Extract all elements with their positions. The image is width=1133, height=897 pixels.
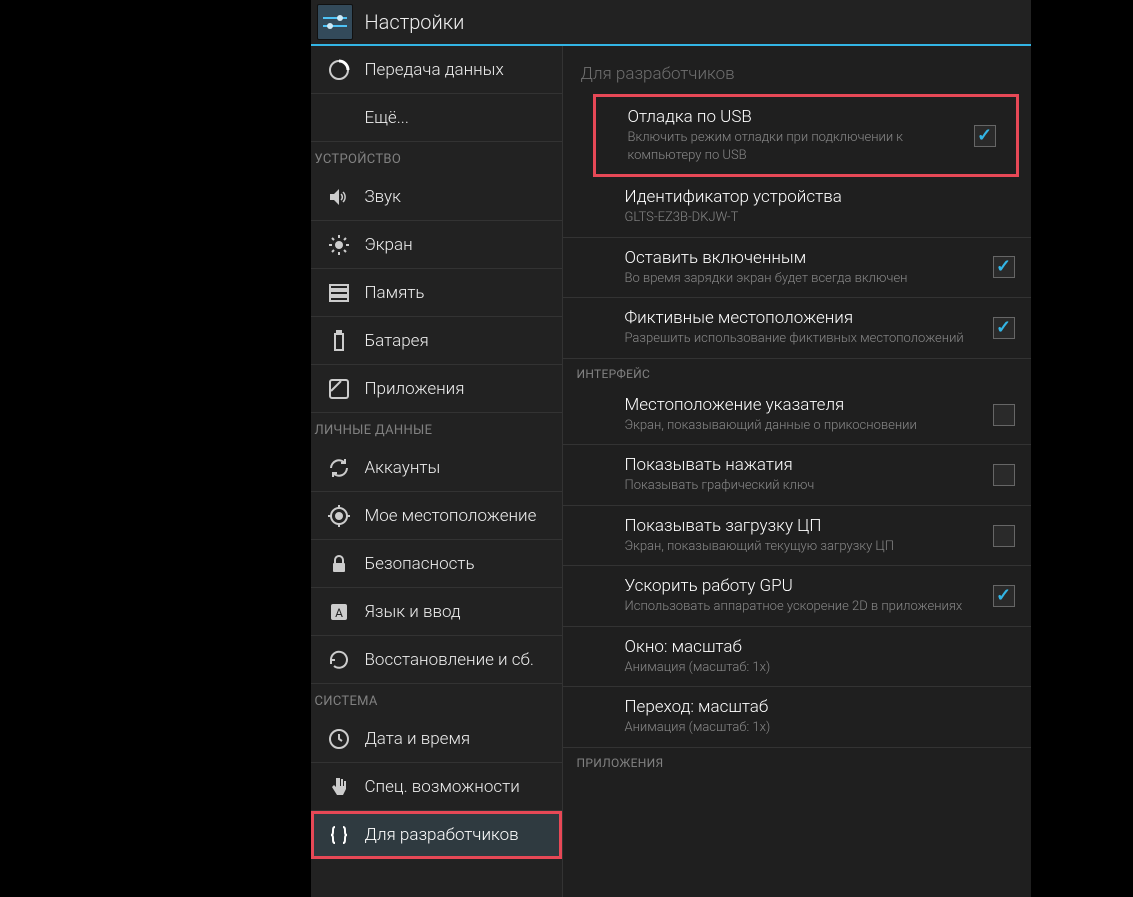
pref-summary: GLTS-EZ3B-DKJW-T	[625, 209, 1003, 227]
sidebar-item-accessibility[interactable]: Спец. возможности	[311, 763, 562, 811]
pref-title: Показывать нажатия	[625, 455, 981, 475]
sidebar-item-backup[interactable]: Восстановление и сб.	[311, 636, 562, 684]
sync-icon	[325, 454, 353, 482]
pref-summary: Во время зарядки экран будет всегда вклю…	[625, 270, 981, 288]
sidebar-item-developer[interactable]: Для разработчиков	[311, 811, 562, 859]
sidebar-item-sound[interactable]: Звук	[311, 173, 562, 221]
settings-icon	[317, 4, 353, 40]
sidebar-category-system: СИСТЕМА	[311, 684, 562, 715]
sidebar-item-storage[interactable]: Память	[311, 269, 562, 317]
sidebar-item-apps[interactable]: Приложения	[311, 365, 562, 413]
storage-icon	[325, 279, 353, 307]
sidebar-item-data-usage[interactable]: Передача данных	[311, 46, 562, 94]
app-title: Настройки	[365, 10, 465, 34]
sidebar-item-label: Дата и время	[365, 729, 471, 749]
checkbox[interactable]	[993, 585, 1015, 607]
language-icon: A	[325, 598, 353, 626]
sidebar-item-label: Восстановление и сб.	[365, 650, 534, 670]
sidebar-item-label: Мое местоположение	[365, 506, 537, 526]
sidebar-item-security[interactable]: Безопасность	[311, 540, 562, 588]
sidebar-item-label: Экран	[365, 235, 413, 255]
backup-icon	[325, 646, 353, 674]
pref-title: Ускорить работу GPU	[625, 576, 981, 596]
pref-title: Фиктивные местоположения	[625, 308, 981, 328]
apps-icon	[325, 375, 353, 403]
settings-sidebar: Передача данных Ещё... УСТРОЙСТВО Звук Э…	[311, 46, 563, 897]
pref-window-scale[interactable]: Окно: масштаб Анимация (масштаб: 1x)	[563, 627, 1031, 688]
checkbox[interactable]	[993, 464, 1015, 486]
pref-mock-locations[interactable]: Фиктивные местоположения Разрешить испол…	[563, 298, 1031, 359]
location-icon	[325, 502, 353, 530]
pref-stay-awake[interactable]: Оставить включенным Во время зарядки экр…	[563, 238, 1031, 299]
sidebar-item-label: Язык и ввод	[365, 602, 461, 622]
pref-show-cpu[interactable]: Показывать загрузку ЦП Экран, показывающ…	[563, 506, 1031, 567]
pref-title: Оставить включенным	[625, 248, 981, 268]
battery-icon	[325, 327, 353, 355]
settings-window: Настройки Передача данных Ещё... УСТРОЙС…	[311, 0, 1031, 897]
sidebar-item-label: Для разработчиков	[365, 825, 519, 845]
sidebar-category-personal: ЛИЧНЫЕ ДАННЫЕ	[311, 413, 562, 444]
sidebar-item-label: Передача данных	[365, 60, 504, 80]
pref-title: Идентификатор устройства	[625, 187, 1003, 207]
clock-icon	[325, 725, 353, 753]
sidebar-item-label: Батарея	[365, 331, 429, 351]
lock-icon	[325, 550, 353, 578]
pref-title: Местоположение указателя	[625, 395, 981, 415]
sidebar-item-label: Приложения	[365, 379, 465, 399]
data-usage-icon	[325, 56, 353, 84]
sidebar-item-accounts[interactable]: Аккаунты	[311, 444, 562, 492]
app-header: Настройки	[311, 0, 1031, 46]
sidebar-item-more[interactable]: Ещё...	[311, 94, 562, 142]
svg-text:A: A	[335, 606, 343, 620]
pref-summary: Включить режим отладки при подключении к…	[628, 129, 962, 164]
pref-summary: Использовать аппаратное ускорение 2D в п…	[625, 598, 981, 616]
sidebar-category-device: УСТРОЙСТВО	[311, 142, 562, 173]
checkbox[interactable]	[993, 256, 1015, 278]
pref-usb-debugging[interactable]: Отладка по USB Включить режим отладки пр…	[596, 97, 1016, 174]
checkbox[interactable]	[993, 404, 1015, 426]
pref-summary: Разрешить использование фиктивных местоп…	[625, 330, 981, 348]
sidebar-item-location[interactable]: Мое местоположение	[311, 492, 562, 540]
braces-icon	[325, 821, 353, 849]
checkbox[interactable]	[993, 525, 1015, 547]
sidebar-item-battery[interactable]: Батарея	[311, 317, 562, 365]
pref-summary: Анимация (масштаб: 1x)	[625, 659, 1003, 677]
checkbox[interactable]	[974, 125, 996, 147]
pref-device-id[interactable]: Идентификатор устройства GLTS-EZ3B-DKJW-…	[563, 177, 1031, 238]
pref-summary: Экран, показывающий данные о прикосновен…	[625, 417, 981, 435]
developer-options-pane: Для разработчиков Отладка по USB Включит…	[563, 46, 1031, 897]
sidebar-item-label: Аккаунты	[365, 458, 441, 478]
checkbox[interactable]	[993, 317, 1015, 339]
pref-summary: Экран, показывающий текущую загрузку ЦП	[625, 538, 981, 556]
sidebar-item-label: Безопасность	[365, 554, 475, 574]
sidebar-item-label: Память	[365, 283, 425, 303]
hand-icon	[325, 773, 353, 801]
page-title: Для разработчиков	[563, 46, 1031, 94]
pref-summary: Показывать графический ключ	[625, 477, 981, 495]
pref-transition-scale[interactable]: Переход: масштаб Анимация (масштаб: 1x)	[563, 687, 1031, 748]
pref-category-interface: ИНТЕРФЕЙС	[563, 359, 1031, 385]
pref-category-apps: ПРИЛОЖЕНИЯ	[563, 748, 1031, 774]
sidebar-item-label: Звук	[365, 187, 401, 207]
sidebar-item-language[interactable]: A Язык и ввод	[311, 588, 562, 636]
sidebar-item-datetime[interactable]: Дата и время	[311, 715, 562, 763]
sound-icon	[325, 183, 353, 211]
pref-title: Переход: масштаб	[625, 697, 1003, 717]
pref-title: Отладка по USB	[628, 107, 962, 127]
sidebar-item-display[interactable]: Экран	[311, 221, 562, 269]
pref-title: Окно: масштаб	[625, 637, 1003, 657]
sidebar-item-label: Ещё...	[365, 108, 409, 128]
pref-force-gpu[interactable]: Ускорить работу GPU Использовать аппарат…	[563, 566, 1031, 627]
pref-summary: Анимация (масштаб: 1x)	[625, 719, 1003, 737]
display-icon	[325, 231, 353, 259]
sidebar-item-label: Спец. возможности	[365, 777, 520, 797]
pref-pointer-location[interactable]: Местоположение указателя Экран, показыва…	[563, 385, 1031, 446]
pref-title: Показывать загрузку ЦП	[625, 516, 981, 536]
pref-show-touches[interactable]: Показывать нажатия Показывать графически…	[563, 445, 1031, 506]
highlight-usb-debugging: Отладка по USB Включить режим отладки пр…	[593, 94, 1019, 177]
